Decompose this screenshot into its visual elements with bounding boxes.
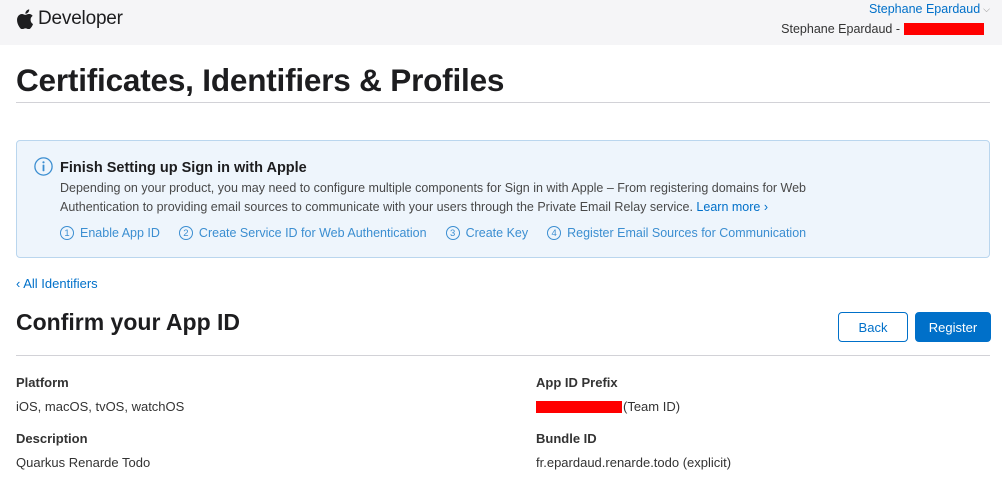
chevron-down-icon: ⌵ xyxy=(983,4,990,14)
apple-logo-icon xyxy=(17,9,33,29)
description-value: Quarkus Renarde Todo xyxy=(16,455,151,470)
register-button[interactable]: Register xyxy=(915,312,991,342)
team-label: Stephane Epardaud - xyxy=(781,22,900,36)
page-title: Certificates, Identifiers & Profiles xyxy=(16,62,505,98)
bundle-id-field: Bundle ID fr.epardaud.renarde.todo (expl… xyxy=(536,431,731,470)
platform-value: iOS, macOS, tvOS, watchOS xyxy=(16,399,185,414)
user-name: Stephane Epardaud xyxy=(868,2,981,16)
step-number-icon: 2 xyxy=(178,226,193,240)
description-label: Description xyxy=(16,431,88,446)
section-title: Confirm your App ID xyxy=(16,309,241,335)
description-field: Description Quarkus Renarde Todo xyxy=(16,431,150,470)
divider xyxy=(16,102,990,103)
step-number-icon: 1 xyxy=(60,226,74,240)
step-number-icon: 4 xyxy=(547,226,562,240)
bundle-id-value: fr.epardaud.renarde.todo (explicit) xyxy=(536,455,732,470)
developer-brand-link[interactable]: Developer xyxy=(16,8,123,30)
platform-field: Platform iOS, macOS, tvOS, watchOS xyxy=(16,375,184,414)
app-id-prefix-value: (Team ID) xyxy=(536,399,680,414)
redaction-box xyxy=(536,400,622,413)
step-label: Register Email Sources for Communication xyxy=(567,226,807,240)
platform-label: Platform xyxy=(16,375,69,390)
step-label: Create Key xyxy=(465,226,529,240)
step-label: Create Service ID for Web Authentication xyxy=(198,226,427,240)
step-create-service-id[interactable]: 2 Create Service ID for Web Authenticati… xyxy=(178,226,427,240)
team-id-suffix: (Team ID) xyxy=(623,399,681,414)
step-enable-app-id[interactable]: 1 Enable App ID xyxy=(60,226,160,240)
app-id-prefix-label: App ID Prefix xyxy=(536,375,618,390)
divider xyxy=(16,355,990,356)
team-name: Stephane Epardaud - xyxy=(781,22,984,36)
app-id-prefix-field: App ID Prefix (Team ID) xyxy=(536,375,680,414)
redaction-box xyxy=(904,23,984,35)
step-label: Enable App ID xyxy=(80,226,160,240)
sign-in-with-apple-banner: Finish Setting up Sign in with Apple Dep… xyxy=(16,140,990,258)
step-create-key[interactable]: 3 Create Key xyxy=(445,226,529,240)
all-identifiers-link[interactable]: ‹ All Identifiers xyxy=(16,276,98,291)
banner-description: Depending on your product, you may need … xyxy=(60,179,840,216)
info-icon xyxy=(34,157,53,176)
step-register-email-sources[interactable]: 4 Register Email Sources for Communicati… xyxy=(547,226,806,240)
back-button[interactable]: Back xyxy=(838,312,908,342)
global-header: Developer Stephane Epardaud ⌵ Stephane Ep… xyxy=(0,0,1002,45)
banner-text: Depending on your product, you may need … xyxy=(60,181,807,214)
brand-label: Developer xyxy=(38,8,123,29)
banner-title: Finish Setting up Sign in with Apple xyxy=(60,160,307,176)
learn-more-link[interactable]: Learn more › xyxy=(696,200,768,214)
setup-steps: 1 Enable App ID 2 Create Service ID for … xyxy=(60,226,825,240)
user-menu[interactable]: Stephane Epardaud ⌵ xyxy=(869,2,990,16)
bundle-id-label: Bundle ID xyxy=(536,431,597,446)
step-number-icon: 3 xyxy=(445,226,460,240)
